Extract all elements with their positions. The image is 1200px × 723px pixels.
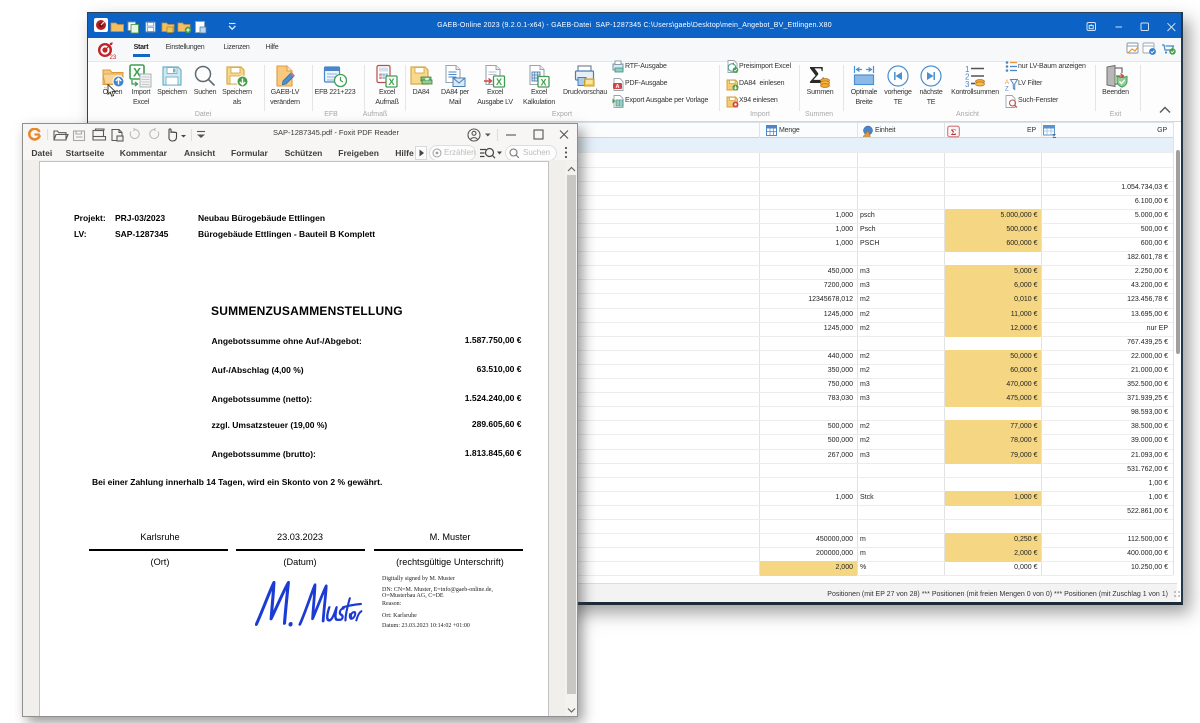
svg-text:23: 23 [110,55,117,60]
svg-text:3: 3 [965,80,970,88]
svg-text:Z: Z [1005,86,1009,91]
svg-text:X: X [388,77,394,87]
svg-text:X: X [496,77,502,87]
svg-text:Σ: Σ [1052,132,1056,137]
svg-text:X: X [540,78,546,88]
svg-text:Σ: Σ [951,127,957,137]
svg-text:A: A [616,84,620,90]
svg-text:A: A [1005,80,1009,86]
